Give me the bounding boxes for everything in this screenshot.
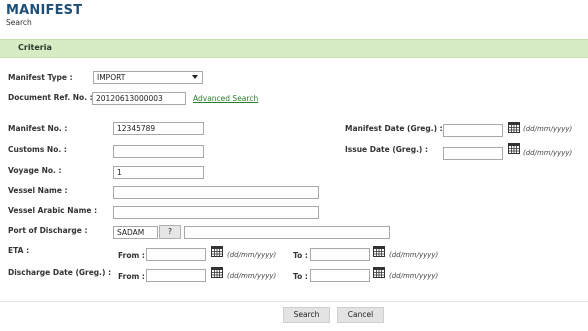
eta-to-input[interactable] — [310, 248, 370, 261]
eta-to-format-hint: (dd/mm/yyyy) — [389, 251, 439, 259]
vessel-arabic-name-input[interactable] — [113, 206, 319, 219]
eta-to-label: To : — [293, 251, 308, 260]
footer-divider — [0, 301, 588, 302]
manifest-date-label: Manifest Date (Greg.) : — [345, 124, 443, 133]
discharge-to-label: To : — [293, 272, 308, 281]
eta-from-label: From : — [118, 251, 145, 260]
calendar-icon[interactable] — [211, 246, 223, 257]
search-button[interactable]: Search — [283, 307, 330, 323]
vessel-name-input[interactable] — [113, 186, 319, 199]
cancel-button[interactable]: Cancel — [337, 307, 384, 323]
customs-no-input[interactable] — [113, 145, 204, 158]
page-title: MANIFEST — [6, 3, 83, 18]
calendar-icon[interactable] — [211, 267, 223, 278]
issue-date-label: Issue Date (Greg.) : — [345, 145, 428, 154]
port-lookup-button[interactable]: ? — [159, 225, 181, 239]
vessel-name-label: Vessel Name : — [8, 186, 68, 195]
port-name-input[interactable] — [184, 226, 390, 239]
discharge-date-label: Discharge Date (Greg.) : — [8, 268, 112, 277]
document-ref-input[interactable]: 20120613000003 — [92, 92, 186, 105]
manifest-date-input[interactable] — [443, 124, 503, 137]
advanced-search-link[interactable]: Advanced Search — [193, 94, 258, 103]
manifest-no-label: Manifest No. : — [8, 124, 68, 133]
manifest-type-select[interactable]: IMPORT — [93, 71, 203, 84]
criteria-section-bar — [0, 39, 588, 58]
discharge-from-format-hint: (dd/mm/yyyy) — [227, 272, 277, 280]
voyage-no-input[interactable]: 1 — [113, 166, 204, 179]
manifest-date-format-hint: (dd/mm/yyyy) — [523, 125, 573, 133]
eta-from-format-hint: (dd/mm/yyyy) — [227, 251, 277, 259]
document-ref-label: Document Ref. No. : — [8, 93, 93, 102]
port-of-discharge-label: Port of Discharge : — [8, 226, 88, 235]
voyage-no-label: Voyage No. : — [8, 166, 62, 175]
chevron-down-icon — [192, 75, 198, 79]
manifest-no-input[interactable]: 12345789 — [113, 122, 204, 135]
manifest-type-value: IMPORT — [97, 73, 126, 82]
calendar-icon[interactable] — [508, 143, 520, 154]
issue-date-input[interactable] — [443, 147, 503, 160]
issue-date-format-hint: (dd/mm/yyyy) — [523, 149, 573, 157]
eta-from-input[interactable] — [146, 248, 206, 261]
customs-no-label: Customs No. : — [8, 145, 67, 154]
manifest-type-label: Manifest Type : — [8, 73, 73, 82]
page-subtitle: Search — [6, 18, 32, 27]
port-code-input[interactable]: SADAM — [113, 226, 158, 239]
discharge-from-input[interactable] — [146, 269, 206, 282]
discharge-to-format-hint: (dd/mm/yyyy) — [389, 272, 439, 280]
eta-label: ETA : — [8, 246, 30, 255]
discharge-from-label: From : — [118, 272, 145, 281]
vessel-arabic-name-label: Vessel Arabic Name : — [8, 206, 98, 215]
criteria-section-title: Criteria — [18, 43, 52, 52]
discharge-to-input[interactable] — [310, 269, 370, 282]
calendar-icon[interactable] — [508, 122, 520, 133]
calendar-icon[interactable] — [373, 267, 385, 278]
calendar-icon[interactable] — [373, 246, 385, 257]
